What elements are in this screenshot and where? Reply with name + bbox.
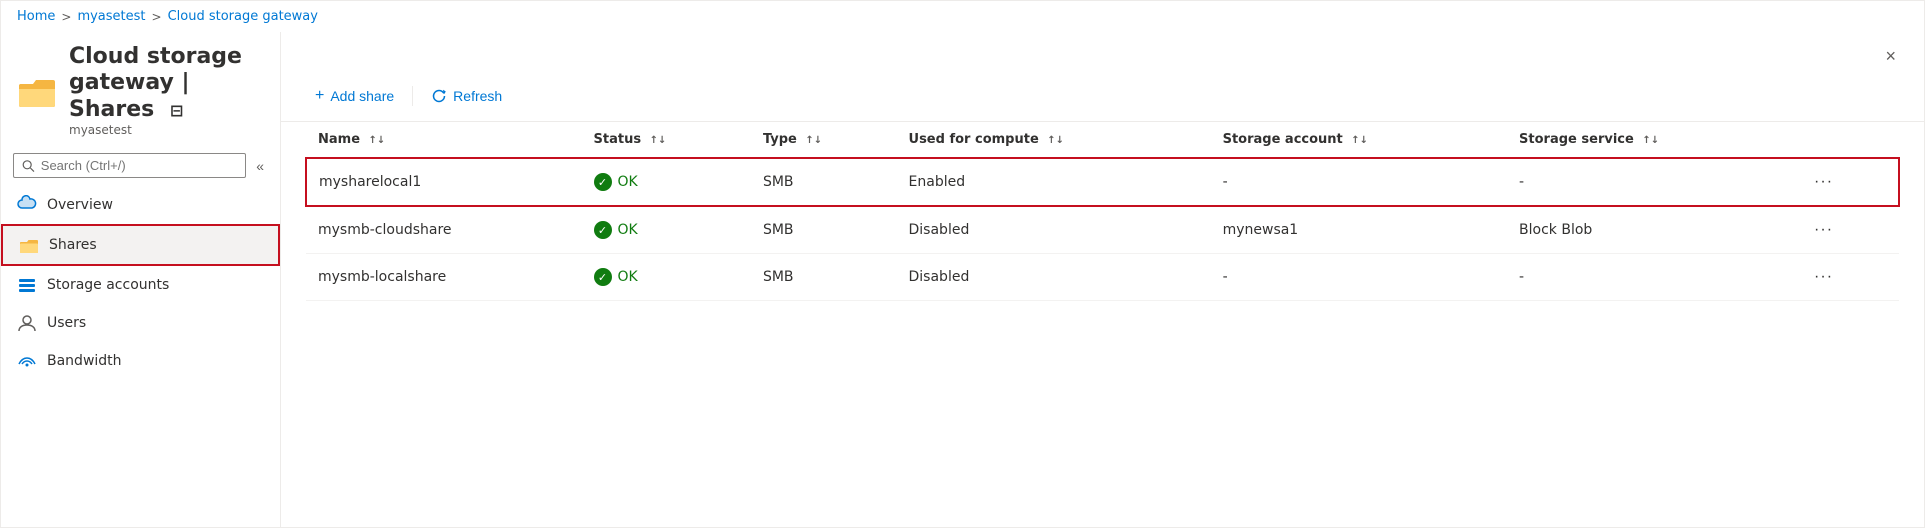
search-box xyxy=(13,153,246,178)
table-row[interactable]: mysharelocal1 ✓ OK SMB Enabled - - xyxy=(306,158,1899,206)
table-header-row: Name ↑↓ Status ↑↓ Type ↑↓ xyxy=(306,122,1899,158)
print-icon[interactable]: ⊟ xyxy=(170,101,183,120)
sidebar-header: Cloud storage gateway | Shares ⊟ myasete… xyxy=(1,32,280,145)
content-header: × xyxy=(281,32,1924,71)
col-storage-service: Storage service ↑↓ xyxy=(1507,122,1794,158)
breadcrumb-home[interactable]: Home xyxy=(17,9,55,24)
shares-folder-icon xyxy=(19,235,39,255)
sidebar-item-overview-label: Overview xyxy=(47,197,113,213)
toolbar-separator xyxy=(412,86,413,106)
page-subtitle: myasetest xyxy=(69,123,264,137)
sidebar-item-shares[interactable]: Shares xyxy=(1,224,280,266)
status-check-icon: ✓ xyxy=(594,221,612,239)
sidebar-item-bandwidth-label: Bandwidth xyxy=(47,353,122,369)
cell-more: ··· xyxy=(1794,206,1899,254)
sidebar-item-bandwidth[interactable]: Bandwidth xyxy=(1,342,280,380)
col-actions xyxy=(1794,122,1899,158)
cell-name: mysmb-localshare xyxy=(306,254,582,301)
table-row[interactable]: mysmb-cloudshare ✓ OK SMB Disabled mynew… xyxy=(306,206,1899,254)
cell-storage-service: - xyxy=(1507,254,1794,301)
cell-type: SMB xyxy=(751,206,897,254)
close-button[interactable]: × xyxy=(1881,42,1900,71)
table-row[interactable]: mysmb-localshare ✓ OK SMB Disabled - - xyxy=(306,254,1899,301)
storage-icon xyxy=(17,275,37,295)
search-bar-row: « xyxy=(1,145,280,186)
sort-icon-compute[interactable]: ↑↓ xyxy=(1047,135,1064,146)
sidebar-item-shares-label: Shares xyxy=(49,237,97,253)
search-input[interactable] xyxy=(41,158,237,173)
status-text: OK xyxy=(618,269,638,285)
cell-name: mysmb-cloudshare xyxy=(306,206,582,254)
breadcrumb: Home > myasetest > Cloud storage gateway xyxy=(1,1,1924,32)
breadcrumb-sep-1: > xyxy=(61,10,71,24)
cell-storage-account: - xyxy=(1211,254,1507,301)
breadcrumb-myasetest[interactable]: myasetest xyxy=(77,9,145,24)
col-used-for-compute: Used for compute ↑↓ xyxy=(897,122,1211,158)
sidebar: Cloud storage gateway | Shares ⊟ myasete… xyxy=(1,32,281,527)
cell-more: ··· xyxy=(1794,254,1899,301)
status-text: OK xyxy=(618,174,638,190)
refresh-button[interactable]: Refresh xyxy=(421,82,512,110)
col-type: Type ↑↓ xyxy=(751,122,897,158)
sidebar-item-storage-label: Storage accounts xyxy=(47,277,169,293)
breadcrumb-cloud-storage-gateway[interactable]: Cloud storage gateway xyxy=(168,9,318,24)
sidebar-item-users-label: Users xyxy=(47,315,86,331)
sidebar-item-overview[interactable]: Overview xyxy=(1,186,280,224)
cell-more: ··· xyxy=(1794,158,1899,206)
collapse-sidebar-button[interactable]: « xyxy=(252,154,268,178)
status-check-icon: ✓ xyxy=(594,173,612,191)
cell-storage-account: - xyxy=(1211,158,1507,206)
bandwidth-icon xyxy=(17,351,37,371)
cell-status: ✓ OK xyxy=(582,158,751,206)
col-storage-account: Storage account ↑↓ xyxy=(1211,122,1507,158)
page-title: Cloud storage gateway | Shares ⊟ xyxy=(69,44,264,123)
breadcrumb-sep-2: > xyxy=(152,10,162,24)
sort-icon-name[interactable]: ↑↓ xyxy=(369,135,386,146)
more-options-button[interactable]: ··· xyxy=(1806,264,1841,290)
cell-storage-service: Block Blob xyxy=(1507,206,1794,254)
status-check-icon: ✓ xyxy=(594,268,612,286)
folder-icon xyxy=(17,71,57,111)
users-icon xyxy=(17,313,37,333)
page-title-block: Cloud storage gateway | Shares ⊟ myasete… xyxy=(69,44,264,137)
table-container: Name ↑↓ Status ↑↓ Type ↑↓ xyxy=(281,122,1924,527)
cell-status: ✓ OK xyxy=(582,206,751,254)
sort-icon-type[interactable]: ↑↓ xyxy=(805,135,822,146)
cell-compute: Disabled xyxy=(897,206,1211,254)
search-icon xyxy=(22,159,35,173)
cell-status: ✓ OK xyxy=(582,254,751,301)
sidebar-item-users[interactable]: Users xyxy=(1,304,280,342)
add-icon: + xyxy=(315,87,324,105)
cell-storage-account: mynewsa1 xyxy=(1211,206,1507,254)
cell-type: SMB xyxy=(751,254,897,301)
sort-icon-service[interactable]: ↑↓ xyxy=(1642,135,1659,146)
col-status: Status ↑↓ xyxy=(582,122,751,158)
status-text: OK xyxy=(618,222,638,238)
more-options-button[interactable]: ··· xyxy=(1806,169,1841,195)
main-layout: Cloud storage gateway | Shares ⊟ myasete… xyxy=(1,32,1924,527)
content-area: × + Add share Refresh xyxy=(281,32,1924,527)
col-name: Name ↑↓ xyxy=(306,122,582,158)
cell-name: mysharelocal1 xyxy=(306,158,582,206)
app-container: Home > myasetest > Cloud storage gateway… xyxy=(0,0,1925,528)
cell-storage-service: - xyxy=(1507,158,1794,206)
sort-icon-status[interactable]: ↑↓ xyxy=(650,135,667,146)
nav-items: Overview Shares xyxy=(1,186,280,527)
cell-compute: Enabled xyxy=(897,158,1211,206)
sidebar-item-storage-accounts[interactable]: Storage accounts xyxy=(1,266,280,304)
sort-icon-account[interactable]: ↑↓ xyxy=(1351,135,1368,146)
add-share-button[interactable]: + Add share xyxy=(305,81,404,111)
more-options-button[interactable]: ··· xyxy=(1806,217,1841,243)
cell-compute: Disabled xyxy=(897,254,1211,301)
cell-type: SMB xyxy=(751,158,897,206)
shares-table: Name ↑↓ Status ↑↓ Type ↑↓ xyxy=(305,122,1900,301)
cloud-icon xyxy=(17,195,37,215)
toolbar: + Add share Refresh xyxy=(281,71,1924,122)
refresh-icon xyxy=(431,88,447,104)
